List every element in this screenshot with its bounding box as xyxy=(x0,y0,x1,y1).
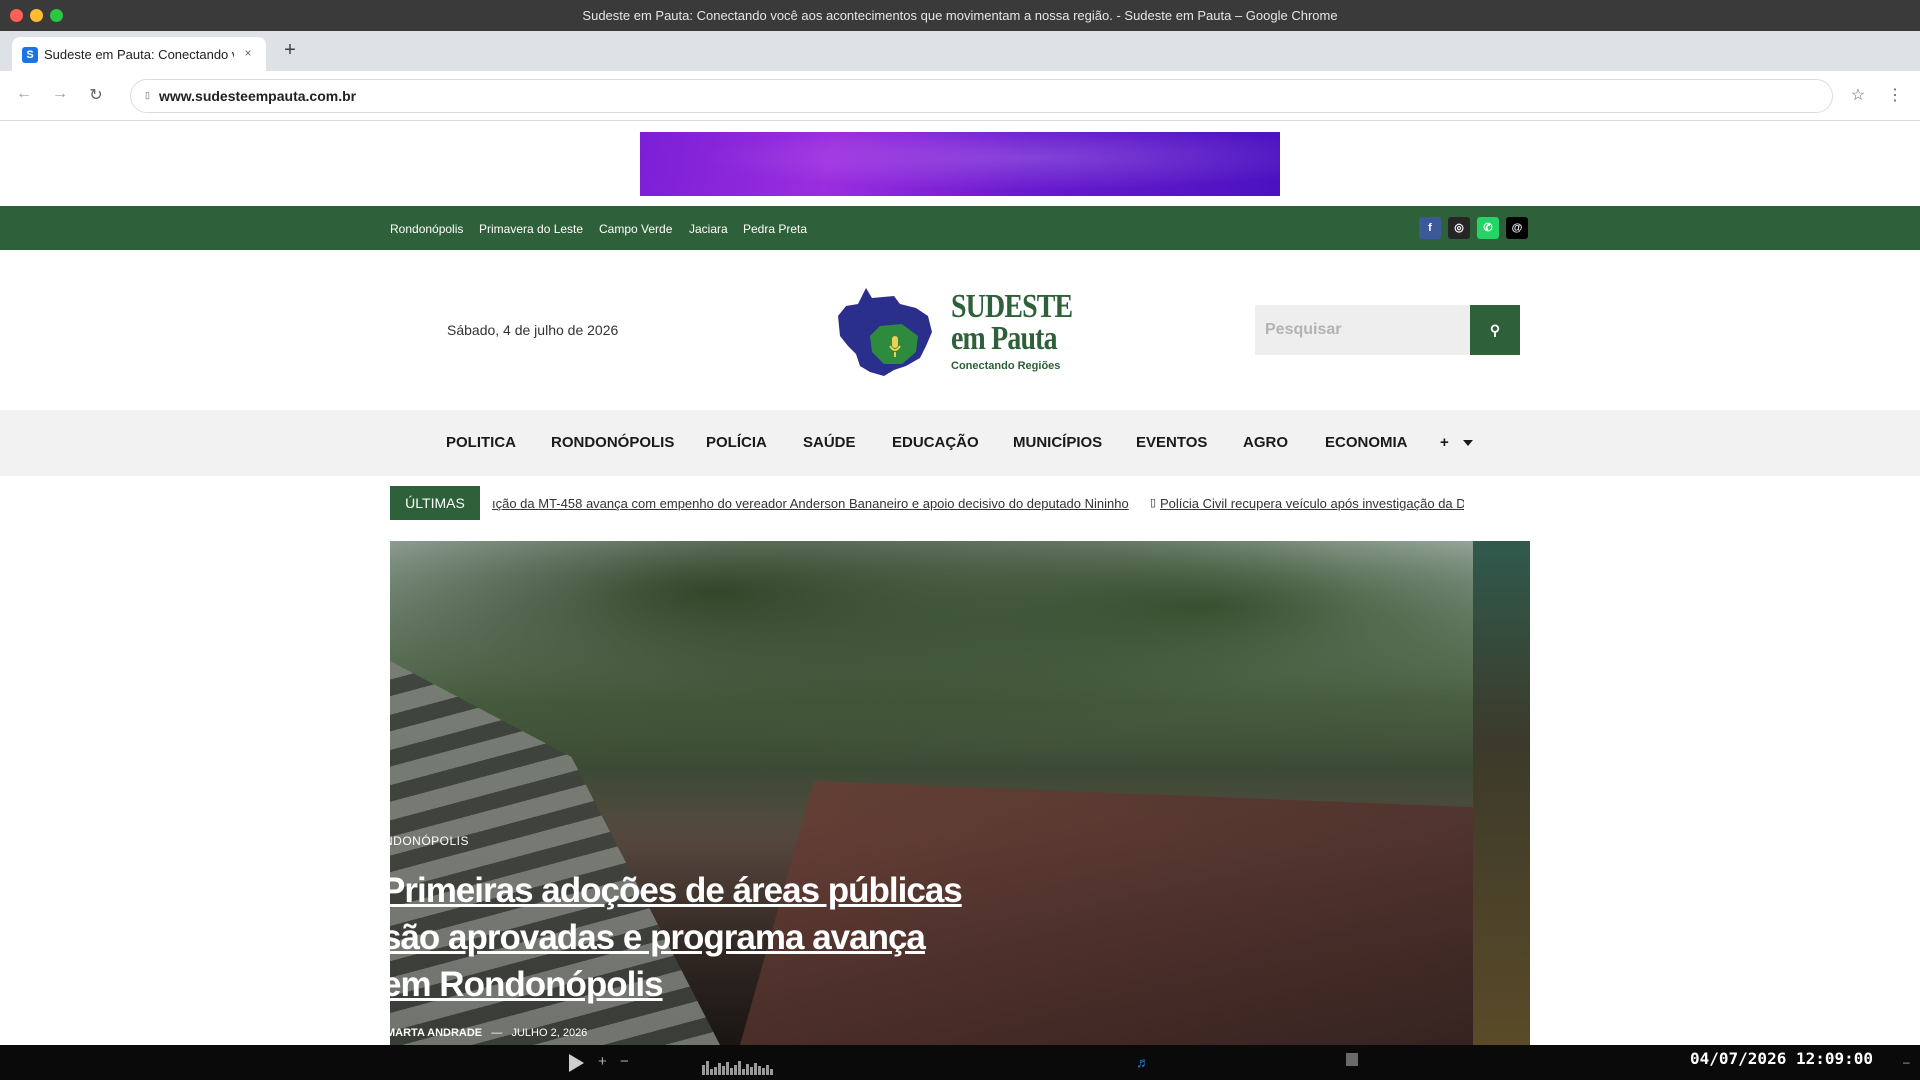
latest-news-label: ÚLTIMAS xyxy=(390,486,480,520)
mato-grosso-map-icon xyxy=(838,288,932,376)
threads-icon[interactable]: @ xyxy=(1506,217,1528,239)
facebook-icon[interactable]: f xyxy=(1419,217,1441,239)
nav-item-rondonopolis[interactable]: RONDONÓPOLIS xyxy=(551,434,674,451)
volume-up-button[interactable]: + xyxy=(598,1053,607,1070)
article-category[interactable]: NDONÓPOLIS xyxy=(390,834,469,848)
play-icon[interactable] xyxy=(569,1054,584,1072)
new-tab-button[interactable]: + xyxy=(280,39,300,62)
reload-icon[interactable]: ↻ xyxy=(86,85,106,105)
city-link-campo-verde[interactable]: Campo Verde xyxy=(599,222,672,236)
nav-item-policia[interactable]: POLÍCIA xyxy=(706,434,767,451)
window-icon[interactable] xyxy=(1346,1053,1358,1066)
clock-display: 04/07/2026 12:09:00 xyxy=(1690,1049,1874,1068)
ticker-item[interactable]: Polícia Civil recupera veículo após inve… xyxy=(1160,496,1464,511)
advertisement-banner[interactable] xyxy=(640,132,1280,196)
browser-menu-icon[interactable]: ⋮ xyxy=(1885,85,1905,105)
logo-tagline: Conectando Regiões xyxy=(951,360,1061,372)
instagram-icon[interactable]: ◎ xyxy=(1448,217,1470,239)
nav-item-municipios[interactable]: MUNICÍPIOS xyxy=(1013,434,1102,451)
tab-close-icon[interactable]: × xyxy=(240,45,256,61)
article-meta: MARTA ANDRADE — JULHO 2, 2026 xyxy=(390,1027,587,1039)
media-player-bar: + − ♬ 04/07/2026 12:09:00 – xyxy=(0,1045,1920,1080)
city-link-pedra-preta[interactable]: Pedra Preta xyxy=(743,222,807,236)
site-favicon-icon: S xyxy=(22,47,38,63)
city-link-rondonopolis[interactable]: Rondonópolis xyxy=(390,222,463,236)
meta-separator: — xyxy=(491,1027,503,1039)
back-arrow-icon[interactable]: ← xyxy=(14,85,34,103)
url-text[interactable]: www.sudesteempauta.com.br xyxy=(159,88,356,104)
minimize-player-button[interactable]: – xyxy=(1903,1055,1910,1069)
featured-article[interactable]: NDONÓPOLIS Primeiras adoções de áreas pú… xyxy=(390,541,1530,1045)
article-date: JULHO 2, 2026 xyxy=(511,1027,588,1039)
equalizer-icon xyxy=(702,1057,774,1075)
next-slide-preview[interactable] xyxy=(1473,541,1530,1045)
city-link-jaciara[interactable]: Jaciara xyxy=(689,222,728,236)
nav-item-agro[interactable]: AGRO xyxy=(1243,434,1288,451)
ticker-bullet-icon: ▯ xyxy=(1150,497,1157,509)
search-input[interactable] xyxy=(1255,305,1470,355)
nav-more-button[interactable]: + xyxy=(1440,434,1449,451)
music-note-icon[interactable]: ♬ xyxy=(1136,1054,1150,1070)
chevron-down-icon[interactable] xyxy=(1463,440,1473,446)
search-icon: ⚲ xyxy=(1489,322,1501,338)
nav-item-politica[interactable]: POLITICA xyxy=(446,434,516,451)
browser-tab[interactable]: S Sudeste em Pauta: Conectando v... × xyxy=(12,37,266,71)
bookmark-star-icon[interactable]: ☆ xyxy=(1848,85,1868,105)
ticker-item[interactable]: ıção da MT-458 avança com empenho do ver… xyxy=(492,496,1129,511)
whatsapp-icon[interactable]: ✆ xyxy=(1477,217,1499,239)
city-link-primavera-do-leste[interactable]: Primavera do Leste xyxy=(479,222,583,236)
logo-title-line2: em Pauta xyxy=(951,320,1058,357)
site-logo[interactable]: SUDESTE em Pauta Conectando Regiões xyxy=(836,286,1086,378)
address-bar[interactable]: ▯ www.sudesteempauta.com.br xyxy=(130,79,1833,113)
current-date: Sábado, 4 de julho de 2026 xyxy=(447,322,619,338)
nav-item-educacao[interactable]: EDUCAÇÃO xyxy=(892,434,979,451)
nav-item-saude[interactable]: SAÚDE xyxy=(803,434,856,451)
window-title: Sudeste em Pauta: Conectando você aos ac… xyxy=(582,8,1338,23)
tab-title: Sudeste em Pauta: Conectando v... xyxy=(44,47,234,62)
site-info-icon[interactable]: ▯ xyxy=(145,90,155,102)
nav-item-eventos[interactable]: EVENTOS xyxy=(1136,434,1207,451)
nav-item-economia[interactable]: ECONOMIA xyxy=(1325,434,1408,451)
article-title[interactable]: Primeiras adoções de áreas públicas são … xyxy=(390,867,982,1008)
category-navigation: POLITICA RONDONÓPOLIS POLÍCIA SAÚDE EDUC… xyxy=(0,410,1920,476)
city-topbar: Rondonópolis Primavera do Leste Campo Ve… xyxy=(0,206,1920,250)
tab-strip: S Sudeste em Pauta: Conectando v... × + xyxy=(0,31,1920,71)
search-button[interactable]: ⚲ xyxy=(1470,305,1520,355)
article-author[interactable]: MARTA ANDRADE xyxy=(390,1027,482,1039)
window-title-bar: Sudeste em Pauta: Conectando você aos ac… xyxy=(0,0,1920,31)
volume-down-button[interactable]: − xyxy=(620,1053,629,1070)
news-ticker: ıção da MT-458 avança com empenho do ver… xyxy=(492,486,1464,520)
forward-arrow-icon[interactable]: → xyxy=(50,85,70,103)
browser-toolbar: ← → ↻ ▯ www.sudesteempauta.com.br ☆ ⋮ xyxy=(0,71,1920,121)
